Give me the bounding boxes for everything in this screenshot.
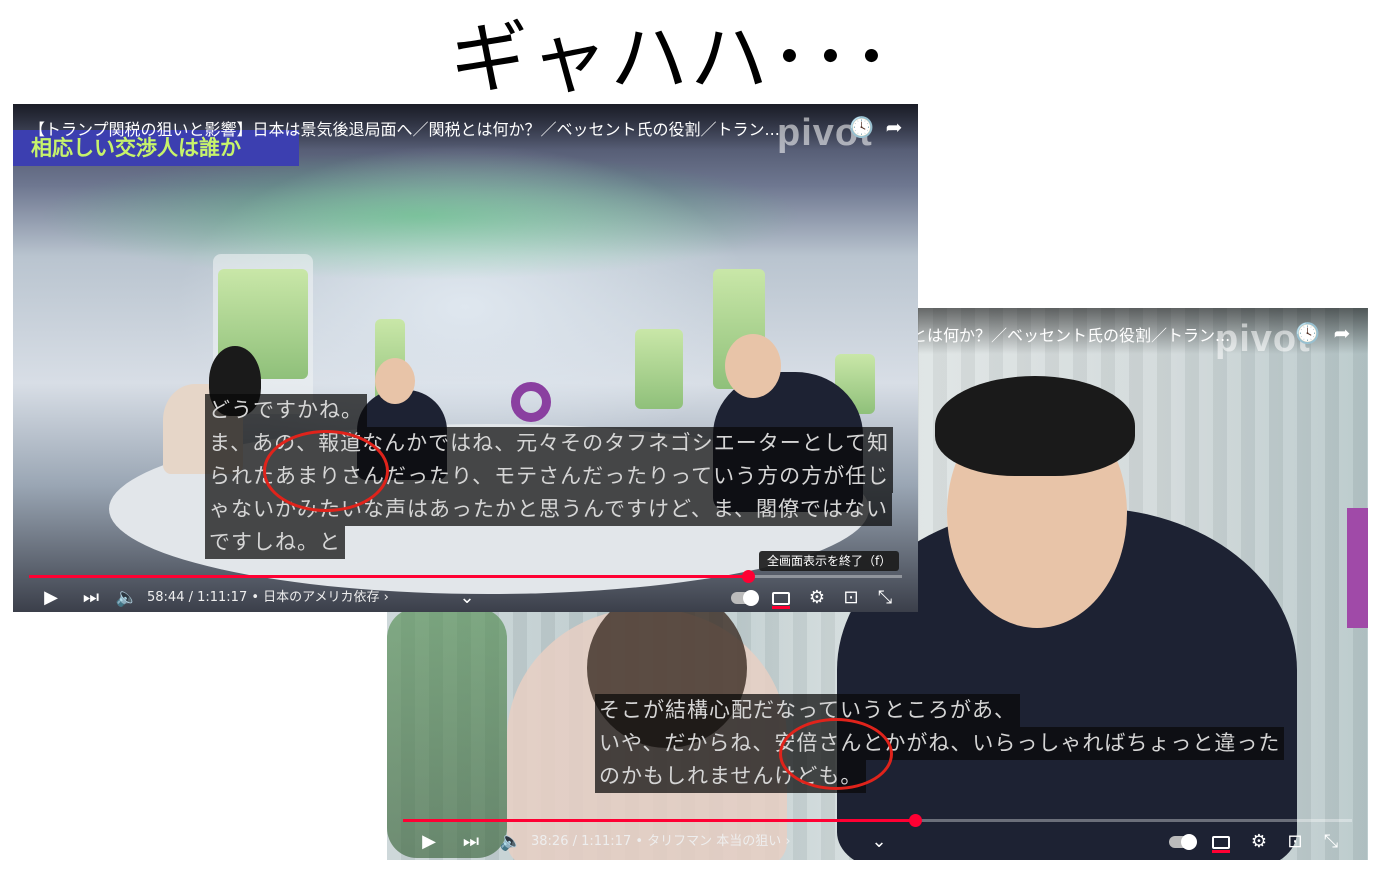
clock-icon[interactable]: 🕓 [1295,322,1320,344]
share-icon[interactable]: ➦ [883,116,905,138]
subtitles-icon[interactable] [769,580,793,612]
autoplay-toggle[interactable] [729,580,759,612]
gear-icon[interactable]: ⚙ [1247,824,1271,860]
captions: そこが結構心配だなっていうところがあ、 いや、だからね、安倍さんとかがね、いらっ… [595,694,1285,793]
cast-icon[interactable]: ⊡ [839,580,863,612]
caption-line: どうですかね。 [205,394,367,427]
autoplay-toggle[interactable] [1167,824,1197,860]
next-icon[interactable]: ⏭ [77,580,105,612]
progress-played [403,819,916,822]
annotation-circle [779,718,893,790]
play-icon[interactable]: ▶ [415,824,443,860]
cast-icon[interactable]: ⊡ [1283,824,1307,860]
play-icon[interactable]: ▶ [37,580,65,612]
annotation-circle [263,430,389,512]
share-icon[interactable]: ➦ [1331,322,1353,344]
time-and-chapter[interactable]: 38:26 / 1:11:17 • タリフマン 本当の狙い › [531,824,791,860]
exit-fullscreen-icon[interactable]: ⤡ [873,580,897,612]
fullscreen-tooltip: 全画面表示を終了（f） [759,551,900,571]
volume-icon[interactable]: 🔈 [113,580,141,612]
control-bar: ▶ ⏭ 🔈 38:26 / 1:11:17 • タリフマン 本当の狙い › ⌄ … [387,824,1368,860]
time-and-chapter[interactable]: 58:44 / 1:11:17 • 日本のアメリカ依存 › [147,580,397,612]
progress-bar[interactable] [403,814,1352,827]
person-shape [935,376,1135,476]
logo-shape [1347,508,1368,628]
video-title[interactable]: 【トランプ関税の狙いと影響】日本は景気後退局面へ／関税とは何か？／ベッセント氏の… [29,116,849,140]
chevron-down-icon[interactable]: ⌄ [457,580,477,612]
person-shape [725,334,781,398]
headline-text: ギャハハ･･･ [450,14,894,104]
caption-line: ですしね。と [205,526,345,559]
clock-icon[interactable]: 🕓 [849,116,874,138]
progress-bar[interactable] [29,570,902,583]
chevron-down-icon[interactable]: ⌄ [869,824,889,860]
subtitles-icon[interactable] [1209,824,1233,860]
caption-line: いや、だからね、安倍さんとかがね、いらっしゃればちょっと違った [595,727,1285,760]
gear-icon[interactable]: ⚙ [805,580,829,612]
exit-fullscreen-icon[interactable]: ⤡ [1319,824,1343,860]
volume-icon[interactable]: 🔈 [497,824,525,860]
video-player-1[interactable]: 相応しい交渉人は誰か 【トランプ関税の狙いと影響】日本は景気後退局面へ／関税とは… [13,104,918,612]
next-icon[interactable]: ⏭ [457,824,485,860]
progress-played [29,575,749,578]
control-bar: ▶ ⏭ 🔈 58:44 / 1:11:17 • 日本のアメリカ依存 › ⌄ ⚙ … [13,580,918,612]
